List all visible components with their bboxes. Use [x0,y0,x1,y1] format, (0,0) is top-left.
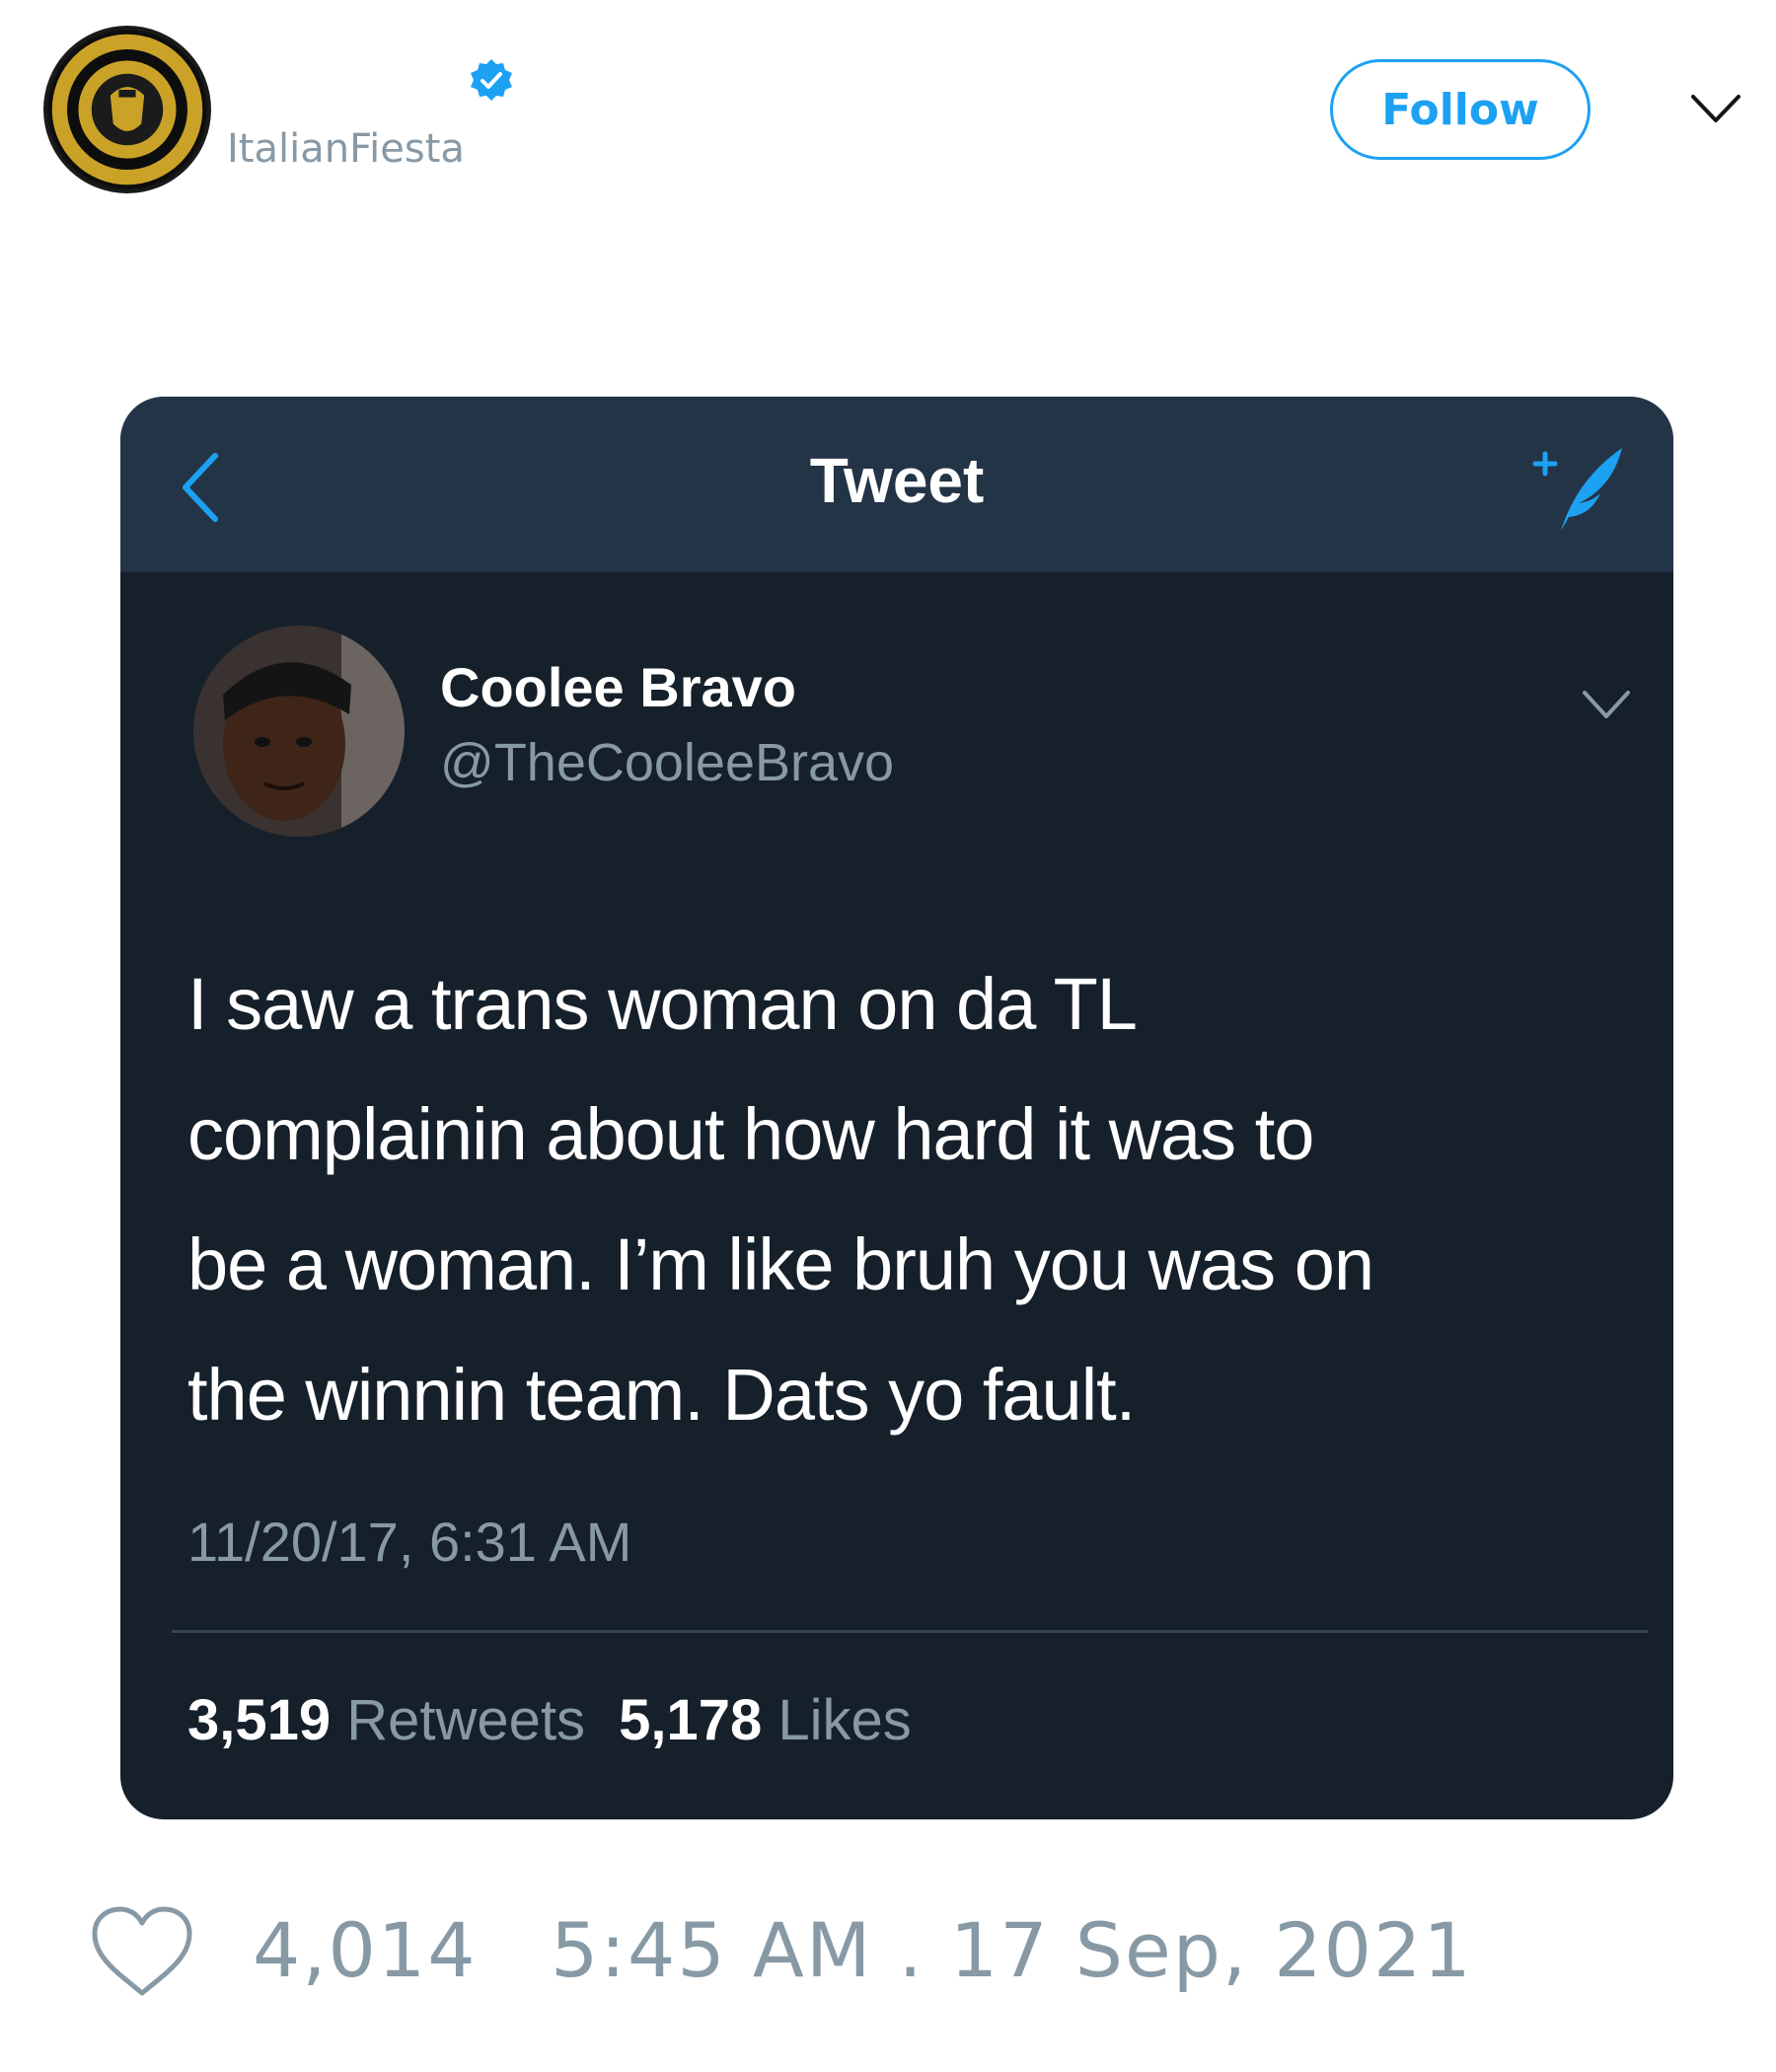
chevron-down-icon[interactable] [1689,91,1742,126]
heart-icon[interactable] [89,1904,195,1999]
tweet-body-text: I saw a trans woman on da TL complainin … [187,963,1374,1436]
author-avatar [193,626,405,837]
follow-button[interactable]: Follow [1330,59,1591,160]
likes-label: Likes [777,1688,912,1752]
chevron-down-icon [1581,689,1632,720]
retweets-label: Retweets [346,1688,586,1752]
tweet-stats: 3,519 Retweets 5,178 Likes [187,1687,912,1753]
embedded-title: Tweet [809,445,985,516]
profile-avatar[interactable] [43,26,211,193]
like-count: 4,014 [253,1906,478,1994]
embedded-nav-bar: Tweet [120,397,1673,572]
tweet-date[interactable]: 5:45 AM . 17 Sep, 2021 [551,1906,1473,1994]
retweets-count: 3,519 [187,1688,332,1752]
tweet-timestamp: 11/20/17, 6:31 AM [187,1511,632,1573]
author-handle: @TheCooleeBravo [440,733,895,792]
divider [172,1630,1648,1633]
author-name: Coolee Bravo [440,656,796,718]
account-handle[interactable]: ItalianFiesta [227,126,465,172]
embedded-tweet-screenshot: Tweet Coolee Bravo @TheCooleeBravo I saw… [120,397,1673,1819]
verified-badge-icon [468,57,515,105]
compose-tweet-icon [1521,440,1630,535]
likes-count: 5,178 [619,1688,763,1752]
